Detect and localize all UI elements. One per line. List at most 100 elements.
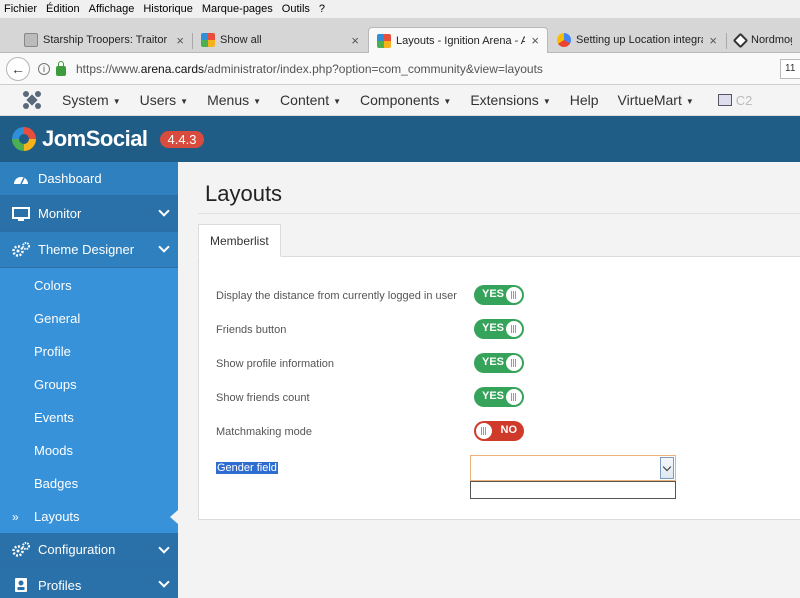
toggle-knob-icon [506, 321, 522, 337]
menu-components[interactable]: Components ▼ [360, 92, 451, 108]
setting-label: Friends button [216, 324, 287, 336]
main-content: Layouts Memberlist Display the distance … [178, 162, 800, 598]
sidebar-subitem-groups[interactable]: Groups [0, 368, 178, 401]
toggle-show-profile-info[interactable]: YES [474, 353, 524, 373]
monitor-icon [12, 206, 30, 222]
dashboard-gauge-icon [12, 171, 30, 187]
close-tab-icon[interactable]: × [351, 33, 359, 48]
chevron-down-icon [158, 576, 170, 588]
browser-navbar: ← i https://www.arena.cards/administrato… [0, 53, 800, 85]
menu-virtuemart[interactable]: VirtueMart ▼ [618, 92, 694, 108]
toggle-matchmaking-mode[interactable]: NO [474, 421, 524, 441]
google-favicon-icon [557, 33, 571, 47]
cogs-icon [12, 241, 30, 258]
sidebar-item-dashboard[interactable]: Dashboard [0, 162, 178, 196]
arrow-left-icon: ← [11, 60, 25, 77]
raquo-icon: » [12, 509, 19, 524]
caret-down-icon: ▼ [253, 96, 262, 106]
cogs-icon [12, 541, 30, 558]
theme-designer-submenu: Colors General Profile Groups Events Moo… [0, 268, 178, 533]
chevron-down-icon[interactable] [660, 457, 674, 479]
toggle-friends-button[interactable]: YES [474, 319, 524, 339]
toggle-show-friends-count[interactable]: YES [474, 387, 524, 407]
joomla-favicon-icon [201, 33, 215, 47]
sidebar-subitem-profile[interactable]: Profile [0, 335, 178, 368]
chevron-down-icon [158, 241, 170, 253]
menu-fichier[interactable]: Fichier [4, 3, 37, 15]
menu-historique[interactable]: Historique [143, 3, 193, 15]
gender-field-select[interactable] [470, 455, 676, 481]
cube-favicon-icon [732, 32, 749, 48]
joomla-admin-menu: System ▼ Users ▼ Menus ▼ Content ▼ Component… [0, 85, 800, 116]
toggle-knob-icon [506, 389, 522, 405]
brand-name: JomSocial [42, 126, 148, 151]
menu-extensions[interactable]: Extensions ▼ [470, 92, 550, 108]
sidebar-subitem-layouts[interactable]: » Layouts [0, 500, 178, 533]
caret-down-icon: ▼ [685, 96, 694, 106]
gender-field-label: Gender field [216, 462, 278, 474]
setting-label: Show profile information [216, 358, 335, 370]
toggle-knob-icon [476, 423, 492, 439]
menu-affichage[interactable]: Affichage [89, 3, 135, 15]
close-tab-icon[interactable]: × [709, 33, 717, 48]
close-tab-icon[interactable]: × [531, 33, 539, 48]
toggle-show-distance[interactable]: YES [474, 285, 524, 305]
browser-tab[interactable]: Nordmogr [727, 27, 800, 53]
divider [198, 213, 800, 214]
version-badge: 4.4.3 [159, 130, 205, 148]
menu-help[interactable]: Help [570, 92, 599, 108]
joomla-logo-icon[interactable] [22, 90, 42, 110]
info-icon[interactable]: i [38, 62, 50, 75]
back-button[interactable]: ← [6, 56, 30, 81]
gender-field-dropdown-list[interactable] [470, 481, 676, 499]
sidebar-subitem-badges[interactable]: Badges [0, 467, 178, 500]
menu-system[interactable]: System ▼ [62, 92, 121, 108]
menu-content[interactable]: Content ▼ [280, 92, 341, 108]
setting-label: Display the distance from currently logg… [216, 290, 457, 302]
sidebar-subitem-colors[interactable]: Colors [0, 268, 178, 302]
menu-menus[interactable]: Menus ▼ [207, 92, 261, 108]
sidebar-subitem-moods[interactable]: Moods [0, 434, 178, 467]
menu-users[interactable]: Users ▼ [140, 92, 188, 108]
zoom-indicator[interactable]: 11 [780, 59, 800, 79]
profile-card-icon [12, 577, 30, 593]
browser-tab[interactable]: Show all × [193, 27, 367, 53]
menu-outils[interactable]: Outils [282, 3, 310, 15]
setting-label: Matchmaking mode [216, 426, 312, 438]
monitor-icon [717, 94, 732, 106]
menu-edition[interactable]: Édition [46, 3, 80, 15]
caret-down-icon: ▼ [542, 96, 551, 106]
browser-menubar: Fichier Édition Affichage Historique Mar… [0, 0, 800, 18]
url-bar[interactable]: https://www.arena.cards/administrator/in… [76, 62, 543, 76]
jomsocial-header: JomSocial 4.4.3 [0, 116, 800, 162]
close-tab-icon[interactable]: × [176, 33, 184, 48]
caret-down-icon: ▼ [180, 96, 189, 106]
sidebar-item-configuration[interactable]: Configuration [0, 533, 178, 567]
sidebar-item-profiles[interactable]: Profiles [0, 567, 178, 598]
sidebar: Dashboard Monitor Theme Designer Colors … [0, 162, 178, 598]
tab-memberlist[interactable]: Memberlist [198, 224, 281, 257]
setting-label: Show friends count [216, 392, 310, 404]
sidebar-item-monitor[interactable]: Monitor [0, 196, 178, 232]
browser-tab[interactable]: Setting up Location integrat × [549, 27, 725, 53]
menu-c2[interactable]: C2 [717, 93, 752, 108]
browser-tab-strip: Starship Troopers: Traitor O × Show all … [0, 18, 800, 53]
caret-down-icon: ▼ [333, 96, 342, 106]
caret-down-icon: ▼ [443, 96, 452, 106]
lock-icon [56, 60, 66, 76]
toggle-knob-icon [506, 287, 522, 303]
menu-help[interactable]: ? [319, 3, 325, 15]
sidebar-subitem-general[interactable]: General [0, 302, 178, 335]
jomsocial-logo-icon [12, 127, 36, 151]
joomla-favicon-icon [377, 33, 391, 48]
chevron-down-icon [158, 542, 170, 554]
browser-tab[interactable]: Starship Troopers: Traitor O × [16, 27, 192, 53]
toggle-knob-icon [506, 355, 522, 371]
page-title: Layouts [205, 181, 283, 206]
caret-down-icon: ▼ [112, 96, 121, 106]
page-favicon-icon [24, 33, 38, 47]
sidebar-item-theme-designer[interactable]: Theme Designer [0, 232, 178, 268]
menu-marque-pages[interactable]: Marque-pages [202, 3, 273, 15]
browser-tab-active[interactable]: Layouts - Ignition Arena - A × [368, 27, 548, 53]
sidebar-subitem-events[interactable]: Events [0, 401, 178, 434]
